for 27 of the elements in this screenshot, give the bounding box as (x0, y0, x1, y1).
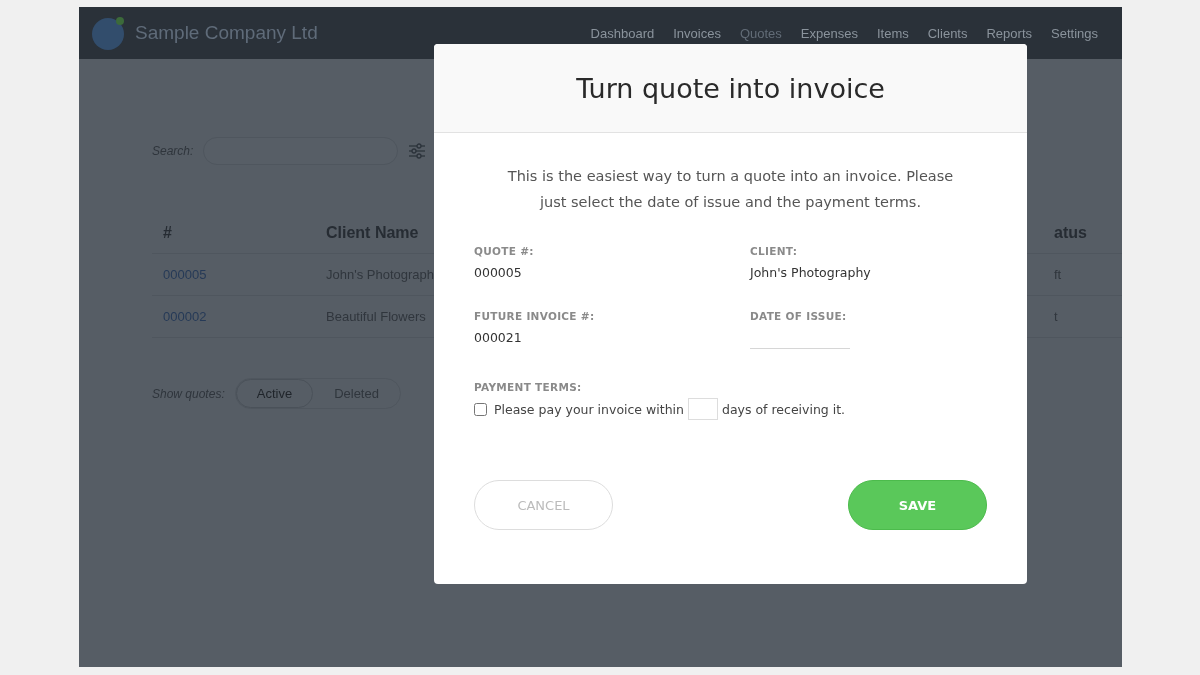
column-header: # (163, 224, 173, 242)
days-input[interactable] (687, 398, 718, 420)
nav-link[interactable]: Invoices (673, 25, 721, 41)
field-value: John's Photography (750, 265, 871, 280)
field-label: DATE OF ISSUE: (750, 310, 847, 322)
company-name: Sample Company Ltd (135, 22, 318, 44)
field-value: 000021 (474, 330, 522, 345)
nav-link[interactable]: Reports (986, 25, 1032, 41)
nav-link[interactable]: Expenses (800, 25, 858, 41)
save-button[interactable]: SAVE (848, 480, 987, 530)
filter-sliders-icon[interactable] (408, 142, 427, 160)
field-value: 000005 (474, 265, 522, 280)
intro-text: This is the easiest way to turn a quote into an invoice. Please just select the date of issue and the payment terms. (506, 167, 955, 212)
nav-link[interactable]: Settings (1051, 25, 1098, 41)
field-label: CLIENT: (750, 245, 798, 257)
field-label: FUTURE INVOICE #: (474, 310, 595, 322)
nav-link[interactable]: Dashboard (590, 25, 655, 41)
logo-icon (91, 15, 127, 51)
terms-text: Please pay your invoice within (494, 401, 684, 417)
nav-link[interactable]: Quotes (739, 25, 782, 41)
nav-link[interactable]: Clients (927, 25, 968, 41)
terms-checkbox[interactable] (474, 402, 487, 416)
terms-text: days of receiving it. (721, 401, 846, 417)
nav-link[interactable]: Items (876, 25, 909, 41)
field-label: QUOTE #: (474, 245, 534, 257)
field-label: PAYMENT TERMS: (474, 381, 582, 393)
modal-title: Turn quote into invoice (576, 72, 885, 104)
